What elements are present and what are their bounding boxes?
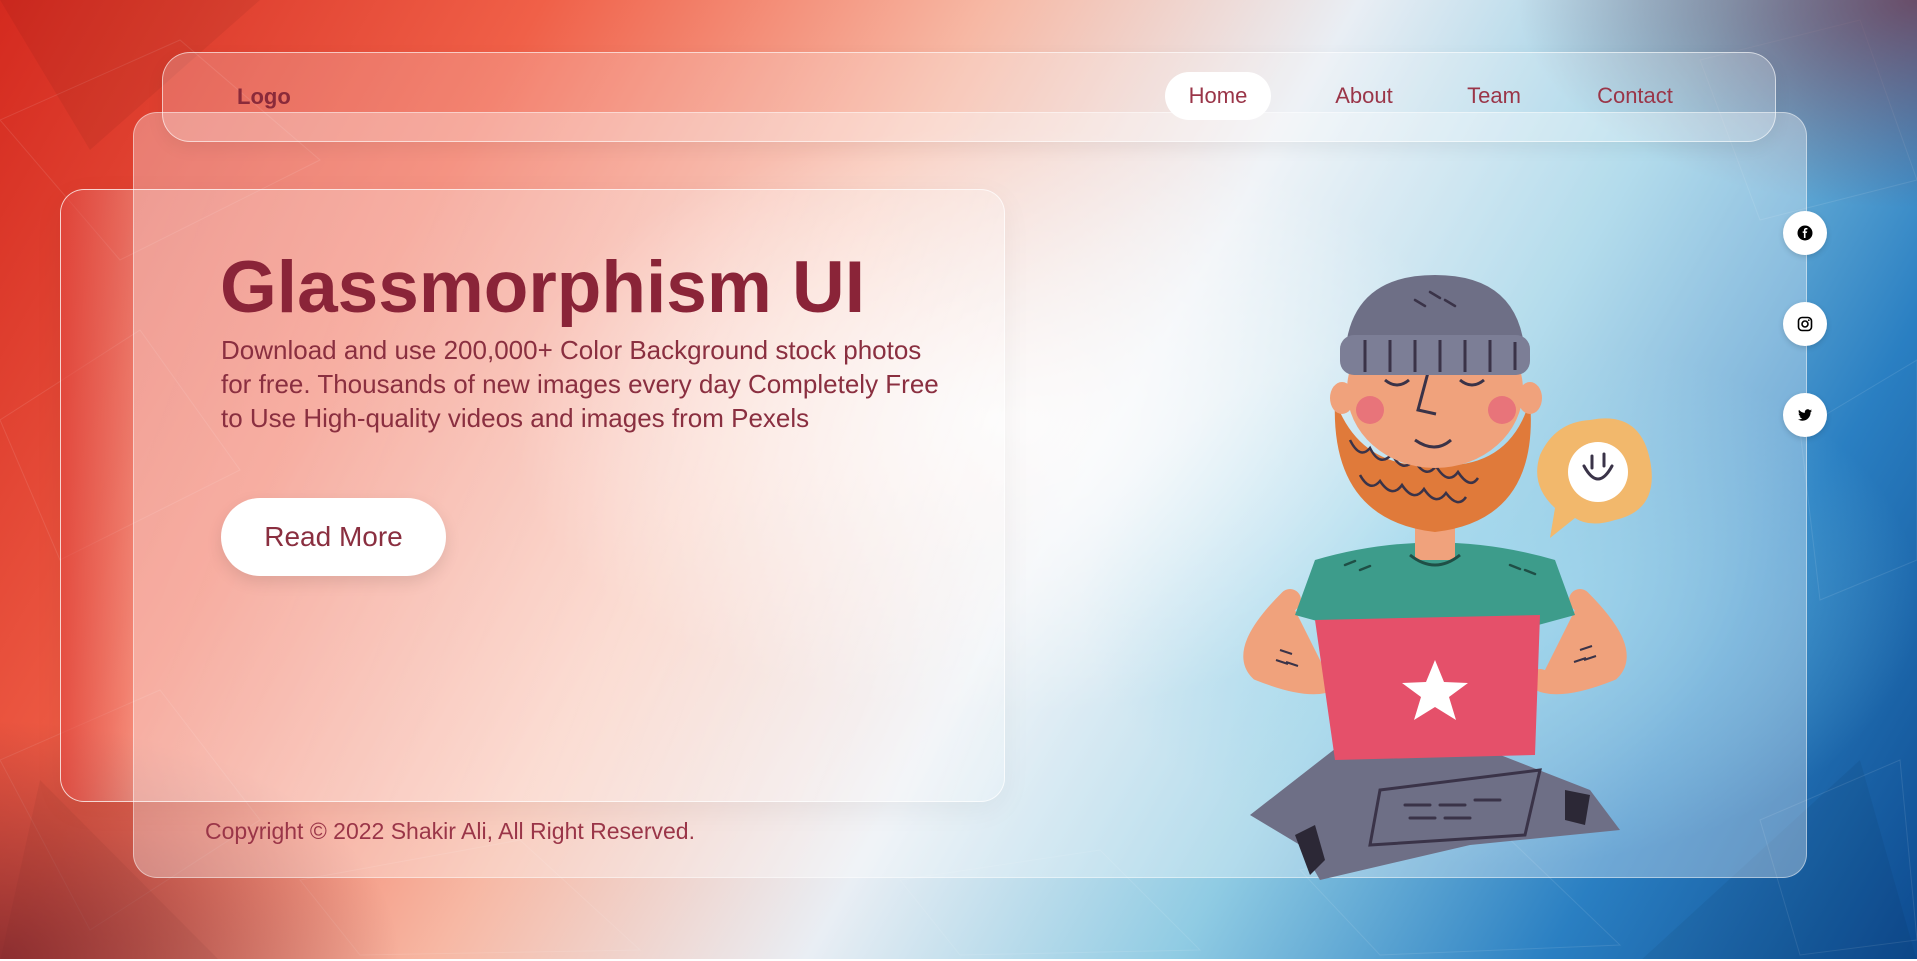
nav-home[interactable]: Home [1165,72,1271,120]
facebook-icon [1797,225,1813,241]
instagram-link[interactable] [1783,302,1827,346]
man-with-laptop-illustration [1243,275,1652,880]
logo[interactable]: Logo [237,84,291,110]
hero-title: Glassmorphism UI [220,247,866,328]
nav-contact[interactable]: Contact [1579,72,1691,120]
nav-team[interactable]: Team [1449,72,1539,120]
read-more-button[interactable]: Read More [221,498,446,576]
copyright-text: Copyright © 2022 Shakir Ali, All Right R… [205,818,695,844]
instagram-icon [1797,316,1813,332]
twitter-icon [1798,409,1812,421]
navbar: Logo Home About Team Contact [162,52,1776,142]
facebook-link[interactable] [1783,211,1827,255]
twitter-link[interactable] [1783,393,1827,437]
nav-about[interactable]: About [1319,72,1409,120]
hero-description: Download and use 200,000+ Color Backgrou… [221,335,939,433]
hero-card-edge [61,190,133,801]
